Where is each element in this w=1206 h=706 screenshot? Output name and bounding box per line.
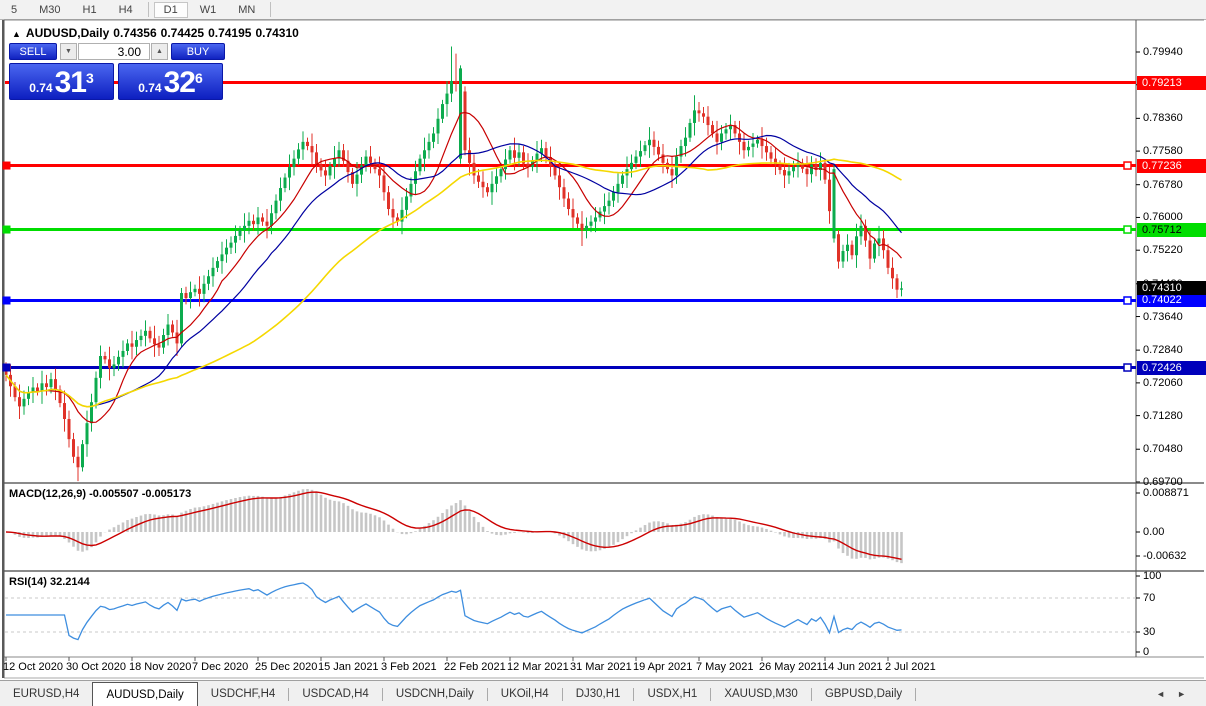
date-axis-label: 25 Dec 2020 (255, 661, 317, 673)
buy-price-pip: 6 (195, 64, 203, 92)
sell-price-pip: 3 (86, 64, 94, 92)
price-line-badge: 0.74022 (1137, 293, 1206, 307)
price-line-badge: 0.75712 (1137, 223, 1206, 237)
ohlc-close: 0.74310 (255, 26, 298, 40)
toolbar-separator (270, 2, 271, 17)
date-axis-label: 2 Jul 2021 (885, 661, 936, 673)
timeframe-button-M30[interactable]: M30 (29, 2, 70, 18)
date-axis-label: 30 Oct 2020 (66, 661, 126, 673)
date-axis-label: 14 Jun 2021 (822, 661, 883, 673)
symbol-tab-EURUSD[interactable]: EURUSD,H4 (0, 681, 92, 706)
tab-scroll-left-icon[interactable]: ◄ (1156, 689, 1165, 699)
date-axis-label: 15 Jan 2021 (318, 661, 379, 673)
timeframe-button-D1[interactable]: D1 (154, 2, 188, 18)
symbol-tab-bar: EURUSD,H4AUDUSD,DailyUSDCHF,H4USDCAD,H4U… (0, 680, 1206, 706)
price-axis-tick: 0.76780 (1143, 179, 1183, 191)
date-axis-label: 7 Dec 2020 (192, 661, 248, 673)
buy-price-big: 32 (164, 68, 195, 98)
rsi-axis-label: 70 (1143, 592, 1155, 604)
ohlc-low: 0.74195 (208, 26, 251, 40)
chart-window[interactable] (2, 20, 1206, 678)
macd-indicator-label: MACD(12,26,9) -0.005507 -0.005173 (9, 488, 191, 500)
buy-price-display[interactable]: 0.74326 (118, 63, 223, 100)
trading-terminal-window: 5M30H1H4 D1W1MN ▲ AUDUSD,Daily 0.74356 0.744… (0, 0, 1206, 706)
volume-input[interactable]: 3.00 (78, 43, 150, 60)
date-axis-label: 26 May 2021 (759, 661, 823, 673)
chart-title: ▲ AUDUSD,Daily 0.74356 0.74425 0.74195 0.7431… (12, 26, 303, 40)
rsi-indicator-label: RSI(14) 32.2144 (9, 576, 90, 588)
price-axis-tick: 0.70480 (1143, 443, 1183, 455)
date-axis-label: 19 Apr 2021 (633, 661, 692, 673)
toolbar-separator (148, 2, 149, 17)
sell-price-display[interactable]: 0.74313 (9, 63, 114, 100)
timeframe-button-H1[interactable]: H1 (73, 2, 107, 18)
date-axis-label: 3 Feb 2021 (381, 661, 437, 673)
timeframe-button-MN[interactable]: MN (228, 2, 265, 18)
date-axis-label: 7 May 2021 (696, 661, 753, 673)
macd-values: -0.005507 -0.005173 (89, 488, 191, 500)
price-axis-tick: 0.75220 (1143, 244, 1183, 256)
rsi-axis-label: 30 (1143, 626, 1155, 638)
timeframe-toolbar: 5M30H1H4 D1W1MN (0, 0, 1206, 20)
price-axis-tick: 0.79940 (1143, 46, 1183, 58)
date-axis-label: 12 Oct 2020 (3, 661, 63, 673)
symbol-tab-USDCHF[interactable]: USDCHF,H4 (198, 681, 289, 706)
price-axis-tick: 0.73640 (1143, 311, 1183, 323)
chart-symbol-label: AUDUSD,Daily (26, 26, 109, 40)
sell-button[interactable]: SELL (9, 43, 57, 60)
current-price-badge: 0.74310 (1137, 281, 1206, 295)
price-line-badge: 0.79213 (1137, 76, 1206, 90)
sell-price-prefix: 0.74 (29, 78, 52, 98)
sell-price-big: 31 (55, 68, 86, 98)
symbol-tab-AUDUSD[interactable]: AUDUSD,Daily (92, 682, 197, 706)
date-axis-label: 18 Nov 2020 (129, 661, 191, 673)
price-line-badge: 0.77236 (1137, 159, 1206, 173)
date-axis-label: 31 Mar 2021 (570, 661, 632, 673)
date-axis-label: 22 Feb 2021 (444, 661, 506, 673)
price-line-badge: 0.72426 (1137, 361, 1206, 375)
date-axis-label: 12 Mar 2021 (507, 661, 569, 673)
symbol-tab-USDX[interactable]: USDX,H1 (634, 681, 710, 706)
symbol-tab-XAUUSD[interactable]: XAUUSD,M30 (711, 681, 811, 706)
volume-decrease-icon[interactable]: ▼ (60, 43, 77, 60)
symbol-tab-UKOil[interactable]: UKOil,H4 (488, 681, 562, 706)
volume-increase-icon[interactable]: ▲ (151, 43, 168, 60)
macd-axis-label: 0.008871 (1143, 487, 1189, 499)
price-axis-tick: 0.71280 (1143, 410, 1183, 422)
timeframe-button-W1[interactable]: W1 (190, 2, 227, 18)
ohlc-open: 0.74356 (113, 26, 156, 40)
price-axis-tick: 0.78360 (1143, 112, 1183, 124)
macd-axis-label: 0.00 (1143, 526, 1164, 538)
one-click-trade-panel: SELL ▼ 3.00 ▲ BUY 0.74313 0.74326 (9, 43, 225, 100)
timeframe-button-5[interactable]: 5 (1, 2, 27, 18)
rsi-axis-label: 100 (1143, 570, 1161, 582)
symbol-tab-GBPUSD[interactable]: GBPUSD,Daily (812, 681, 915, 706)
collapse-chart-icon[interactable]: ▲ (12, 29, 21, 39)
symbol-tab-DJ30[interactable]: DJ30,H1 (563, 681, 634, 706)
price-axis-tick: 0.77580 (1143, 145, 1183, 157)
price-axis-tick: 0.72840 (1143, 344, 1183, 356)
tab-scroll-right-icon[interactable]: ► (1177, 689, 1186, 699)
buy-button[interactable]: BUY (171, 43, 225, 60)
symbol-tab-USDCNH[interactable]: USDCNH,Daily (383, 681, 487, 706)
price-axis-tick: 0.72060 (1143, 377, 1183, 389)
buy-price-prefix: 0.74 (138, 78, 161, 98)
symbol-tab-USDCAD[interactable]: USDCAD,H4 (289, 681, 381, 706)
ohlc-high: 0.74425 (161, 26, 204, 40)
timeframe-button-H4[interactable]: H4 (109, 2, 143, 18)
tab-separator (915, 688, 916, 701)
macd-axis-label: -0.00632 (1143, 550, 1186, 562)
rsi-axis-label: 0 (1143, 646, 1149, 658)
